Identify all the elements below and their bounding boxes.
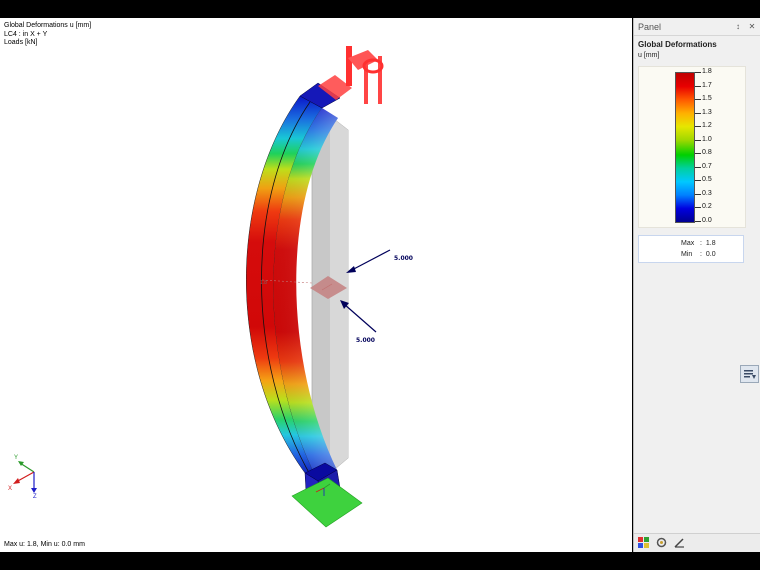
legend-tick (695, 126, 701, 128)
color-legend[interactable]: 1.8 1.7 1.5 1.3 1.2 1.0 0.8 0.7 0.5 0.3 0.2 0.0 (638, 66, 746, 228)
panel: Panel ↕ ✕ Global Deformations u [mm] 1.8… (633, 18, 760, 552)
filter-icon[interactable] (740, 365, 759, 383)
coordinate-axes (13, 461, 37, 493)
legend-value: 0.5 (702, 176, 712, 184)
legend-value: 1.5 (702, 95, 712, 103)
color-scale-bar (675, 72, 695, 223)
legend-tick (695, 207, 701, 209)
close-icon[interactable]: ✕ (747, 22, 757, 32)
axis-x-label: X (8, 486, 12, 492)
legend-value: 1.7 (702, 81, 712, 89)
load-label-1: 5.000 (394, 255, 413, 262)
status-line: Max u: 1.8, Min u: 0.0 mm (4, 541, 85, 548)
legend-value: 1.0 (702, 135, 712, 143)
legend-tick (695, 85, 701, 87)
panel-title: Panel (638, 21, 662, 32)
legend-value: 1.2 (702, 122, 712, 130)
node-value-label: 1.8 (260, 280, 267, 286)
legend-header: Global Deformations u [mm] (638, 40, 742, 59)
panel-titlebar: Panel ↕ ✕ (634, 18, 760, 36)
axis-y-label: Y (14, 455, 18, 461)
panel-bottom-toolbar (634, 533, 760, 552)
load-arrow-1[interactable] (346, 249, 391, 273)
pin-icon[interactable]: ↕ (733, 22, 743, 32)
legend-tick (695, 112, 701, 114)
settings-icon[interactable] (656, 537, 667, 548)
legend-tick (695, 221, 701, 222)
legend-value: 0.7 (702, 162, 712, 170)
model-viewport[interactable]: Global Deformations u [mm] LC4 : in X + … (0, 18, 632, 552)
axis-z-label: Z (33, 494, 37, 500)
legend-value: 0.8 (702, 149, 712, 157)
legend-value: 1.3 (702, 108, 712, 116)
legend-tick (695, 153, 701, 155)
legend-tick (695, 139, 701, 141)
legend-tick (695, 99, 701, 101)
legend-tick (695, 180, 701, 182)
legend-value: 0.0 (702, 217, 712, 224)
legend-value: 0.3 (702, 189, 712, 197)
color-scale-icon[interactable] (638, 537, 649, 548)
legend-value: 1.8 (702, 68, 712, 75)
legend-unit: u [mm] (638, 52, 660, 59)
max-min-box: Max : 1.8 Min : 0.0 (638, 235, 744, 263)
legend-tick (695, 193, 701, 195)
min-value: Min : 0.0 (681, 251, 716, 258)
max-value: Max : 1.8 (681, 240, 716, 247)
fixed-support[interactable] (291, 477, 363, 528)
legend-tick (695, 166, 701, 168)
legend-tick (695, 72, 701, 73)
legend-value: 0.2 (702, 203, 712, 211)
3d-scene[interactable]: 1.8 5.000 5.000 Y X Z (0, 18, 632, 552)
tools-icon[interactable] (674, 537, 685, 548)
legend-title: Global Deformations (638, 40, 717, 49)
load-label-2: 5.000 (356, 337, 375, 344)
